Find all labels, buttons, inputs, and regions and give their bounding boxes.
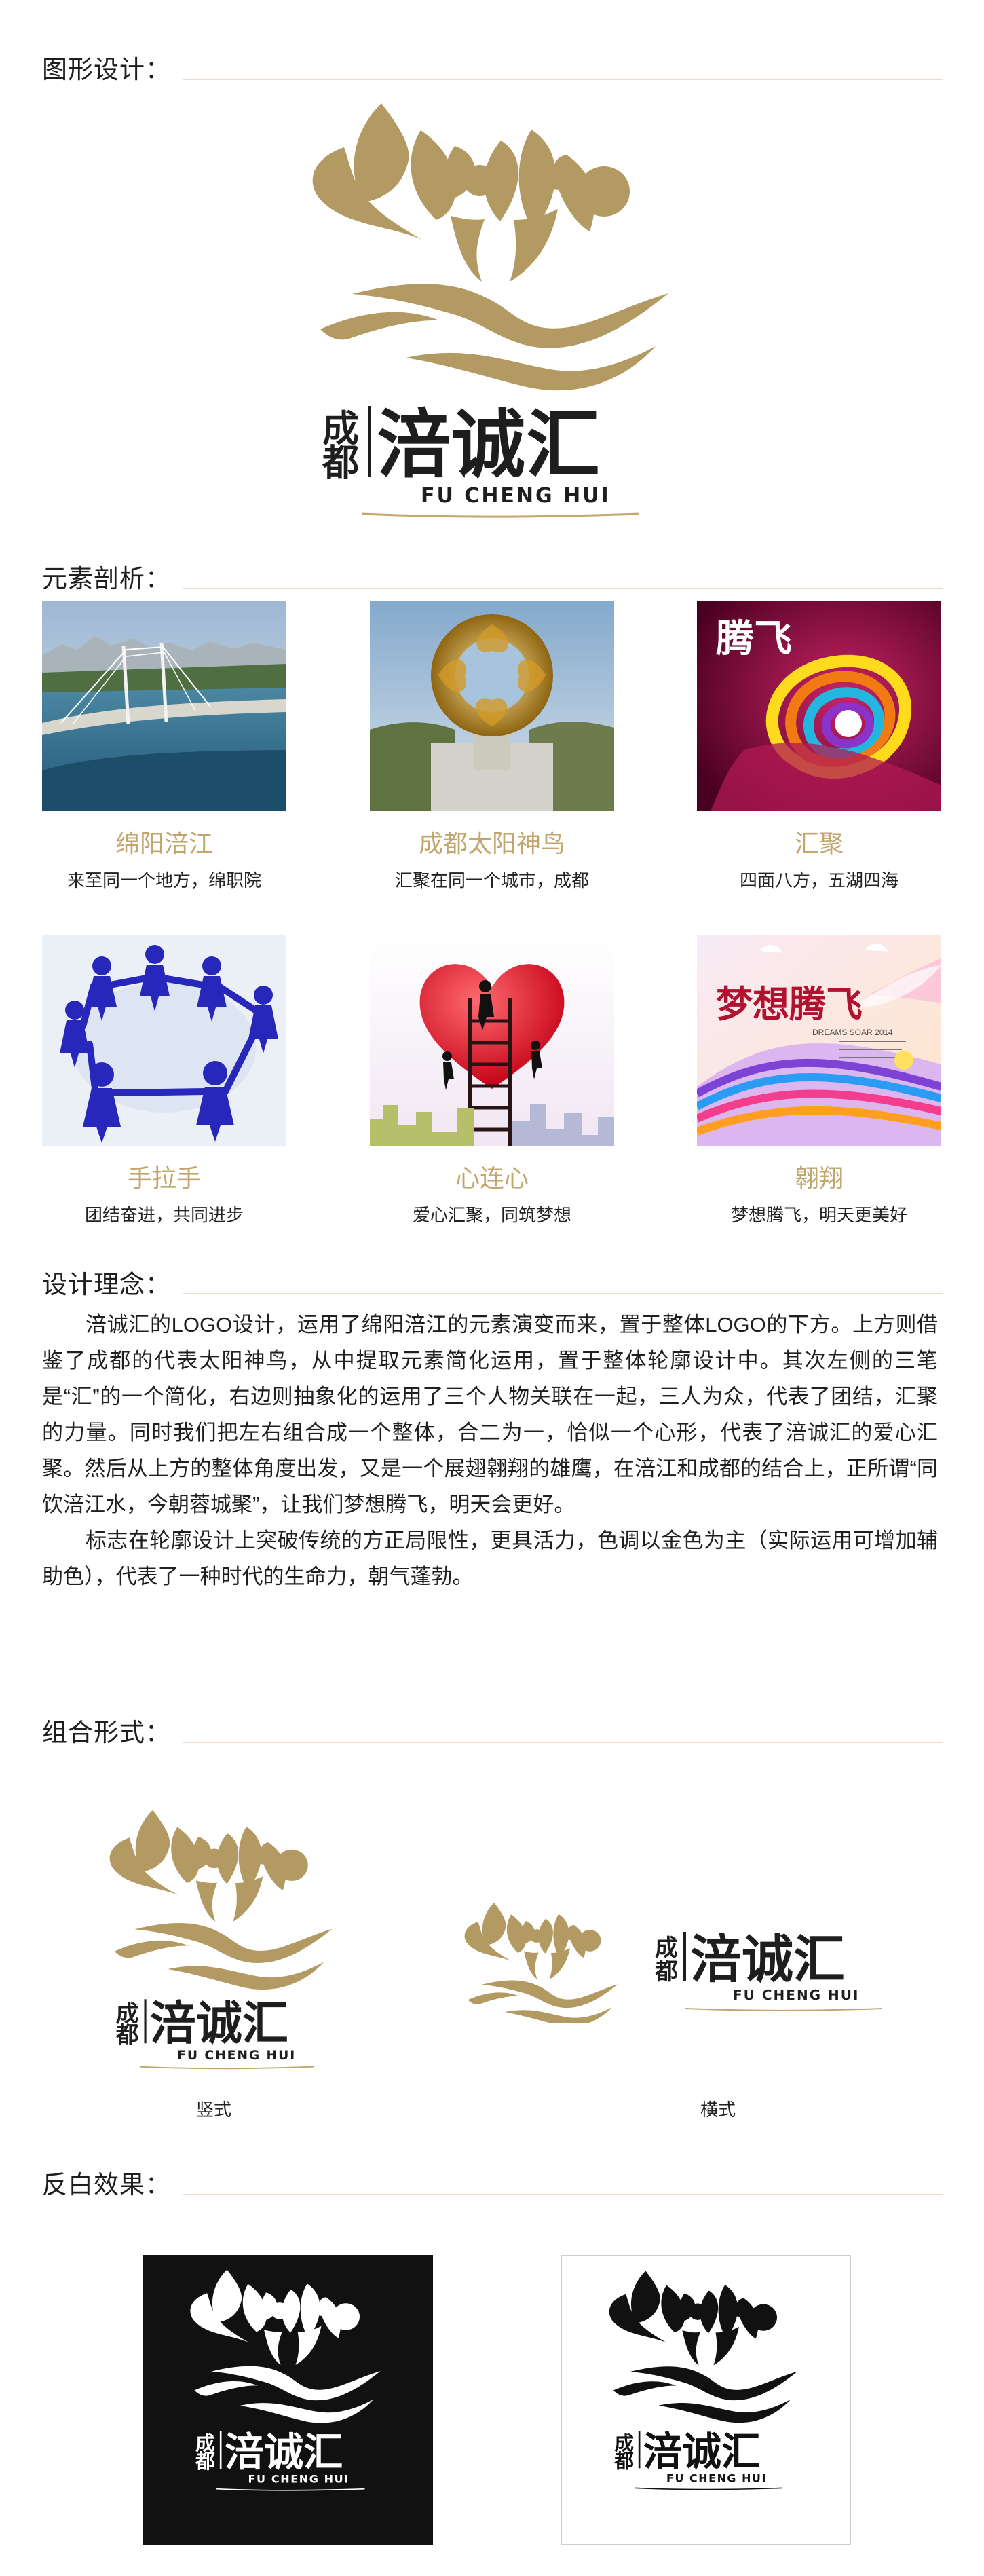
element-title: 心连心 [455, 1164, 529, 1192]
element-title: 手拉手 [127, 1164, 201, 1192]
element-description: 汇聚在同一个城市，成都 [394, 870, 589, 891]
element-title: 翱翔 [794, 1164, 844, 1192]
logo-main-text: 涪诚汇 [377, 402, 601, 488]
svg-text:FU CHENG HUI: FU CHENG HUI [666, 2471, 767, 2484]
design-concept-body: 涪诚汇的LOGO设计，运用了绵阳涪江的元素演变而来，置于整体LOGO的下方。上方… [42, 1307, 938, 1594]
dream-image-subtitle: DREAMS SOAR 2014 [812, 1028, 893, 1037]
swirl-image-text: 腾飞 [716, 617, 792, 660]
wings-dream-photo: 梦想腾飞 DREAMS SOAR 2014 [697, 935, 941, 1146]
svg-text:FU CHENG HUI: FU CHENG HUI [177, 2049, 296, 2063]
element-description: 团结奋进，共同进步 [84, 1205, 244, 1226]
svg-text:涪诚汇: 涪诚汇 [643, 2429, 761, 2475]
design-concept-paragraph: 涪诚汇的LOGO设计，运用了绵阳涪江的元素演变而来，置于整体LOGO的下方。上方… [42, 1313, 938, 1516]
element-card-chengdu-sunbird: 成都太阳神鸟 汇聚在同一个城市，成都 [370, 601, 614, 891]
horizontal-logo-emblem: 成 都 涪诚汇 FU CHENG HUI [464, 1903, 883, 2026]
combination-heading: 组合形式： [42, 1719, 171, 1747]
element-card-soaring: 梦想腾飞 DREAMS SOAR 2014 翱翔 梦想腾飞，明天更美好 [697, 935, 941, 1226]
people-circle-image [42, 935, 286, 1146]
bridge-river-photo [42, 601, 286, 811]
svg-text:涪诚汇: 涪诚汇 [150, 1998, 288, 2051]
vertical-layout-label: 竖式 [195, 2099, 231, 2120]
combination-divider [183, 1742, 943, 1743]
svg-text:都: 都 [654, 1958, 678, 1985]
sunbird-sculpture-image [370, 601, 614, 811]
vertical-logo-emblem: 成 都 涪诚汇 FU CHENG HUI [109, 1810, 333, 2070]
logo-emblem: 成 都 涪诚汇 FU CHENG HUI [312, 103, 668, 518]
main-logo: 成 都 涪诚汇 FU CHENG HUI [305, 98, 685, 523]
element-description: 四面八方，五湖四海 [739, 870, 898, 891]
svg-text:成: 成 [655, 1935, 678, 1962]
dream-image-title: 梦想腾飞 [716, 984, 863, 1025]
svg-text:涪诚汇: 涪诚汇 [690, 1929, 845, 1990]
inverse-logo-white-background: 成 都 涪诚汇 FU CHENG HUI [561, 2255, 851, 2545]
svg-text:都: 都 [613, 2449, 634, 2472]
heart-ladder-photo [370, 935, 614, 1146]
element-title: 汇聚 [794, 829, 844, 857]
svg-text:FU CHENG HUI: FU CHENG HUI [248, 2473, 349, 2486]
vertical-logo: 成 都 涪诚汇 FU CHENG HUI [105, 1806, 343, 2074]
inverse-logo-black: 成 都 涪诚汇 FU CHENG HUI [609, 2271, 798, 2490]
design-concept-paragraph: 标志在轮廓设计上突破传统的方正局限性，更具活力，色调以金色为主（实际运用可增加辅… [42, 1529, 938, 1588]
design-concept-heading: 设计理念： [42, 1271, 171, 1299]
svg-text:FU CHENG HUI: FU CHENG HUI [733, 1987, 859, 2003]
element-card-hand-in-hand: 手拉手 团结奋进，共同进步 [42, 935, 286, 1226]
graphic-design-heading: 图形设计： [42, 56, 171, 83]
colorful-swirl-image: 腾飞 [697, 601, 941, 811]
svg-text:都: 都 [195, 2450, 215, 2473]
bridge-river-image [42, 601, 286, 811]
horizontal-logo: 成 都 涪诚汇 FU CHENG HUI [461, 1894, 909, 2026]
graphic-design-divider [183, 79, 943, 80]
element-title: 成都太阳神鸟 [418, 829, 565, 857]
logo-small-chars-bottom: 都 [322, 441, 359, 484]
element-analysis-divider [183, 588, 943, 589]
inverse-logo-white: 成 都 涪诚汇 FU CHENG HUI [190, 2269, 381, 2491]
wings-dream-image: 梦想腾飞 DREAMS SOAR 2014 [697, 935, 941, 1146]
inverse-logo-black-background: 成 都 涪诚汇 FU CHENG HUI [143, 2255, 433, 2545]
element-analysis-heading: 元素剖析： [42, 565, 171, 593]
heart-ladder-image [370, 935, 614, 1146]
people-circle-photo [42, 935, 286, 1146]
design-concept-divider [183, 1293, 943, 1294]
element-card-mianyang-fujiang: 绵阳涪江 来至同一个地方，绵职院 [42, 601, 286, 891]
svg-text:都: 都 [115, 2021, 139, 2048]
logo-english-text: FU CHENG HUI [421, 484, 611, 508]
inverse-effect-heading: 反白效果： [42, 2171, 171, 2199]
element-card-heart-to-heart: 心连心 爱心汇聚，同筑梦想 [370, 935, 614, 1226]
element-title: 绵阳涪江 [115, 829, 213, 857]
sunbird-sculpture-photo [370, 601, 614, 811]
inverse-effect-divider [183, 2194, 943, 2195]
colorful-swirl-photo: 腾飞 [697, 601, 941, 811]
element-description: 梦想腾飞，明天更美好 [730, 1205, 907, 1226]
svg-text:涪诚汇: 涪诚汇 [225, 2429, 343, 2476]
element-description: 爱心汇聚，同筑梦想 [412, 1205, 571, 1226]
horizontal-layout-label: 横式 [700, 2099, 736, 2120]
element-card-gathering: 腾飞 汇聚 四面八方，五湖四海 [697, 601, 941, 891]
element-description: 来至同一个地方，绵职院 [67, 870, 261, 891]
